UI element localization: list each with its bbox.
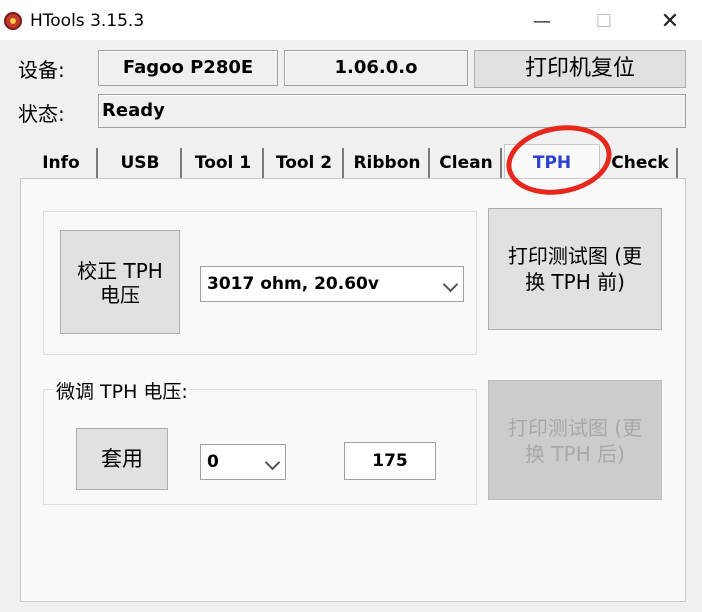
voltage-select[interactable]: 3017 ohm, 20.60v	[200, 266, 464, 302]
tab-clean[interactable]: Clean	[432, 148, 502, 178]
calibrate-button-line-1: 校正 TPH	[77, 259, 163, 283]
tab-tool-2[interactable]: Tool 2	[266, 148, 344, 178]
minimize-button[interactable]: —	[520, 6, 564, 38]
title-bar: HTools 3.15.3 — ☐ ✕	[0, 6, 702, 40]
print-test-before-button[interactable]: 打印测试图 (更 换 TPH 前)	[488, 208, 662, 330]
chevron-down-icon	[442, 276, 459, 293]
print-after-line-2: 换 TPH 后)	[525, 442, 625, 466]
tab-ribbon[interactable]: Ribbon	[346, 148, 430, 178]
printer-reset-button[interactable]: 打印机复位	[474, 50, 686, 88]
tab-check[interactable]: Check	[604, 148, 678, 178]
fine-tune-label: 微调 TPH 电压:	[54, 377, 190, 404]
chevron-down-icon	[264, 454, 281, 471]
print-before-line-1: 打印测试图 (更	[507, 244, 643, 268]
status-field: Ready	[98, 94, 686, 128]
tab-tool-1[interactable]: Tool 1	[184, 148, 264, 178]
maximize-button[interactable]: ☐	[582, 6, 626, 38]
calibrate-tph-voltage-button[interactable]: 校正 TPH 电压	[60, 230, 180, 334]
print-test-after-button[interactable]: 打印测试图 (更 换 TPH 后)	[488, 380, 662, 500]
status-label: 状态:	[18, 102, 65, 126]
offset-select[interactable]: 0	[200, 444, 286, 480]
window-title: HTools 3.15.3	[30, 11, 145, 31]
print-before-line-2: 换 TPH 前)	[525, 270, 625, 294]
close-button[interactable]: ✕	[648, 6, 692, 38]
tab-info[interactable]: Info	[26, 148, 98, 178]
print-after-line-1: 打印测试图 (更	[507, 416, 643, 440]
firmware-version-field: 1.06.0.o	[284, 50, 468, 86]
app-icon	[4, 12, 22, 30]
calibrate-button-line-2: 电压	[100, 283, 140, 307]
tab-usb[interactable]: USB	[100, 148, 182, 178]
apply-button[interactable]: 套用	[76, 428, 168, 490]
device-label: 设备:	[18, 58, 65, 82]
offset-select-value: 0	[207, 452, 219, 472]
tph-value-field[interactable]: 175	[344, 442, 436, 480]
device-model-field: Fagoo P280E	[98, 50, 278, 86]
voltage-select-value: 3017 ohm, 20.60v	[207, 274, 379, 294]
